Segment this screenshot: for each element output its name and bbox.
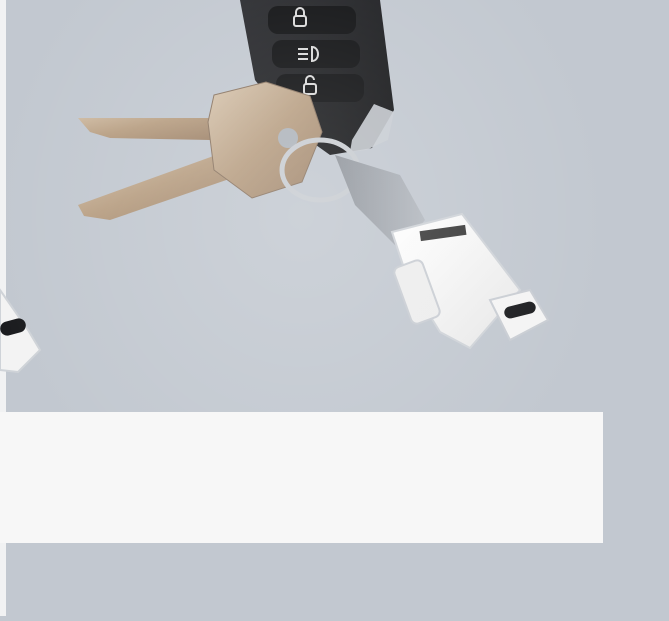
caption-text (20, 432, 580, 522)
caption-panel (0, 412, 603, 543)
